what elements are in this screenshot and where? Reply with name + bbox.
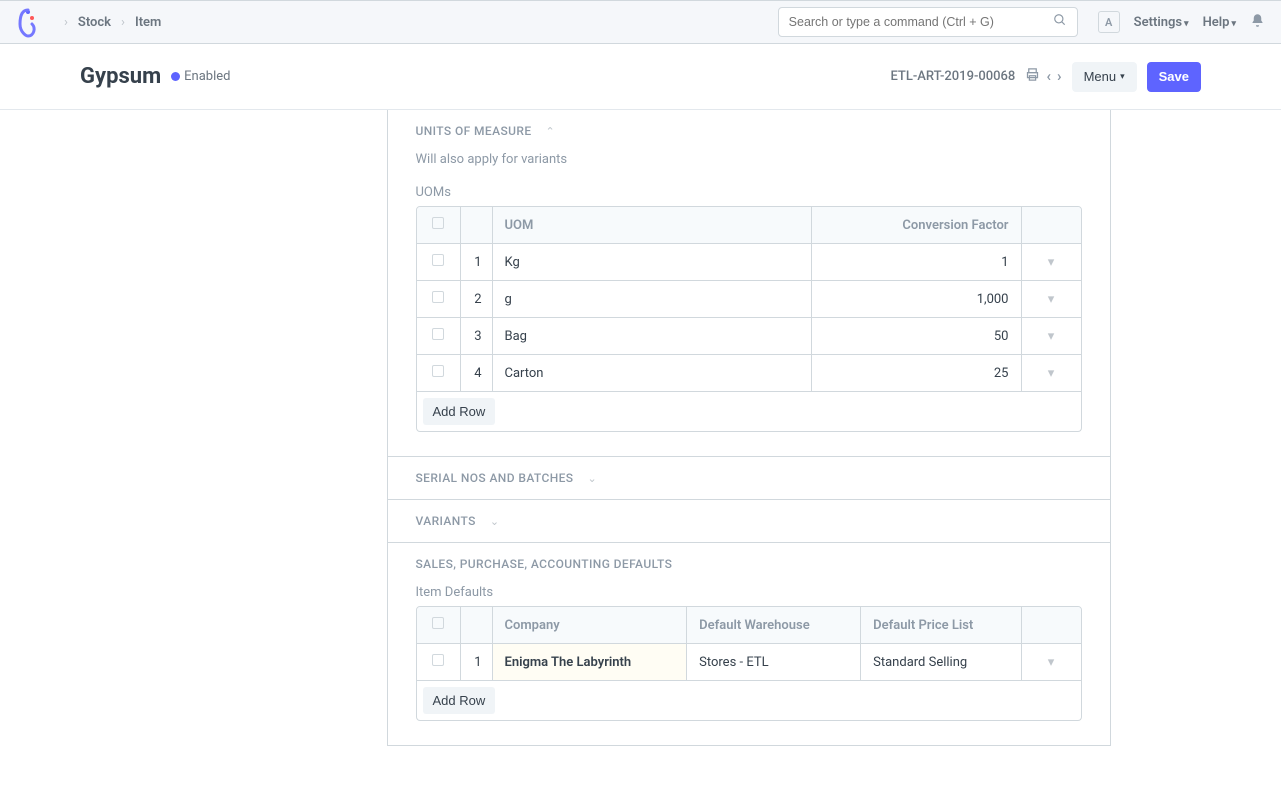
chevron-down-icon: ⌄ <box>490 515 500 528</box>
chevron-down-icon: ▾ <box>1184 19 1189 29</box>
row-menu-icon[interactable]: ▾ <box>1021 318 1081 355</box>
breadcrumb-item[interactable]: Item <box>135 15 161 30</box>
settings-link[interactable]: Settings▾ <box>1134 15 1189 30</box>
uom-field-label: UOMs <box>416 185 1082 200</box>
cell-uom[interactable]: Carton <box>493 355 811 391</box>
cell-company[interactable]: Enigma The Labyrinth <box>493 644 688 680</box>
row-index: 1 <box>461 644 493 680</box>
row-checkbox[interactable] <box>432 328 444 340</box>
table-row[interactable]: 1Enigma The LabyrinthStores - ETLStandar… <box>417 644 1081 680</box>
row-checkbox[interactable] <box>432 654 444 666</box>
chevron-down-icon: ⌄ <box>587 472 597 485</box>
section-header-defaults[interactable]: SALES, PURCHASE, ACCOUNTING DEFAULTS <box>388 543 1110 585</box>
prev-icon[interactable]: ‹ <box>1046 67 1051 86</box>
add-row-button[interactable]: Add Row <box>423 687 496 714</box>
top-right: A Settings▾ Help▾ <box>1098 11 1265 33</box>
uom-hint: Will also apply for variants <box>416 152 1082 167</box>
avatar[interactable]: A <box>1098 11 1120 33</box>
defaults-table: Company Default Warehouse Default Price … <box>416 606 1082 681</box>
status-indicator <box>171 72 180 81</box>
app-logo <box>16 6 40 38</box>
cell-uom[interactable]: g <box>493 281 811 318</box>
search-box[interactable] <box>778 7 1078 37</box>
chevron-down-icon: ▾ <box>1120 71 1125 82</box>
row-index: 1 <box>461 244 493 281</box>
section-units-of-measure: UNITS OF MEASURE ⌃ Will also apply for v… <box>388 110 1110 457</box>
row-checkbox[interactable] <box>432 254 444 266</box>
bell-icon[interactable] <box>1250 13 1265 32</box>
chevron-right-icon: › <box>121 15 125 30</box>
row-checkbox[interactable] <box>432 291 444 303</box>
col-company: Company <box>493 607 688 644</box>
section-variants: VARIANTS ⌄ <box>388 500 1110 543</box>
table-row[interactable]: 1Kg1▾ <box>417 244 1081 281</box>
print-icon[interactable] <box>1025 67 1040 86</box>
table-row[interactable]: 3Bag50▾ <box>417 318 1081 355</box>
section-serial-batches: SERIAL NOS AND BATCHES ⌄ <box>388 457 1110 500</box>
row-menu-icon[interactable]: ▾ <box>1021 281 1081 318</box>
select-all-checkbox[interactable] <box>432 217 444 229</box>
row-checkbox[interactable] <box>432 365 444 377</box>
help-link[interactable]: Help▾ <box>1203 15 1236 30</box>
col-conversion-factor: Conversion Factor <box>811 207 1021 244</box>
row-index: 3 <box>461 318 493 355</box>
cell-default-warehouse[interactable]: Stores - ETL <box>687 644 861 680</box>
row-index: 4 <box>461 355 493 391</box>
breadcrumb-stock[interactable]: Stock <box>78 15 111 30</box>
section-header-uom[interactable]: UNITS OF MEASURE ⌃ <box>388 110 1110 152</box>
chevron-up-icon: ⌃ <box>546 125 556 138</box>
chevron-down-icon: ▾ <box>1231 19 1236 29</box>
document-id: ETL-ART-2019-00068 <box>890 69 1015 84</box>
page-header: Gypsum Enabled ETL-ART-2019-00068 ‹ › Me… <box>0 44 1281 110</box>
section-header-serial[interactable]: SERIAL NOS AND BATCHES ⌄ <box>388 457 1110 499</box>
col-uom: UOM <box>493 207 811 244</box>
cell-conversion-factor[interactable]: 1 <box>811 244 1021 281</box>
section-header-variants[interactable]: VARIANTS ⌄ <box>388 500 1110 542</box>
defaults-field-label: Item Defaults <box>416 585 1082 600</box>
search-icon <box>1053 13 1067 31</box>
topbar: › Stock › Item A Settings▾ Help▾ <box>0 0 1281 44</box>
section-defaults: SALES, PURCHASE, ACCOUNTING DEFAULTS Ite… <box>388 543 1110 745</box>
status-text: Enabled <box>184 69 230 84</box>
page-title: Gypsum <box>80 64 161 89</box>
add-row-button[interactable]: Add Row <box>423 398 496 425</box>
next-icon[interactable]: › <box>1057 67 1062 86</box>
row-menu-icon[interactable]: ▾ <box>1021 244 1081 281</box>
row-index: 2 <box>461 281 493 318</box>
breadcrumb: › Stock › Item <box>64 15 161 30</box>
search-input[interactable] <box>789 15 1053 29</box>
col-default-warehouse: Default Warehouse <box>687 607 861 644</box>
cell-conversion-factor[interactable]: 50 <box>811 318 1021 355</box>
menu-button[interactable]: Menu▾ <box>1072 62 1137 92</box>
row-menu-icon[interactable]: ▾ <box>1021 355 1081 391</box>
cell-uom[interactable]: Kg <box>493 244 811 281</box>
cell-conversion-factor[interactable]: 1,000 <box>811 281 1021 318</box>
cell-default-price-list[interactable]: Standard Selling <box>861 644 1020 680</box>
save-button[interactable]: Save <box>1147 62 1201 92</box>
cell-conversion-factor[interactable]: 25 <box>811 355 1021 391</box>
row-menu-icon[interactable]: ▾ <box>1021 644 1081 680</box>
uom-table: UOM Conversion Factor 1Kg1▾2g1,000▾3Bag5… <box>416 206 1082 392</box>
chevron-right-icon: › <box>64 15 68 30</box>
col-default-price-list: Default Price List <box>861 607 1020 644</box>
table-row[interactable]: 4Carton25▾ <box>417 355 1081 391</box>
cell-uom[interactable]: Bag <box>493 318 811 355</box>
table-row[interactable]: 2g1,000▾ <box>417 281 1081 318</box>
select-all-checkbox[interactable] <box>432 617 444 629</box>
